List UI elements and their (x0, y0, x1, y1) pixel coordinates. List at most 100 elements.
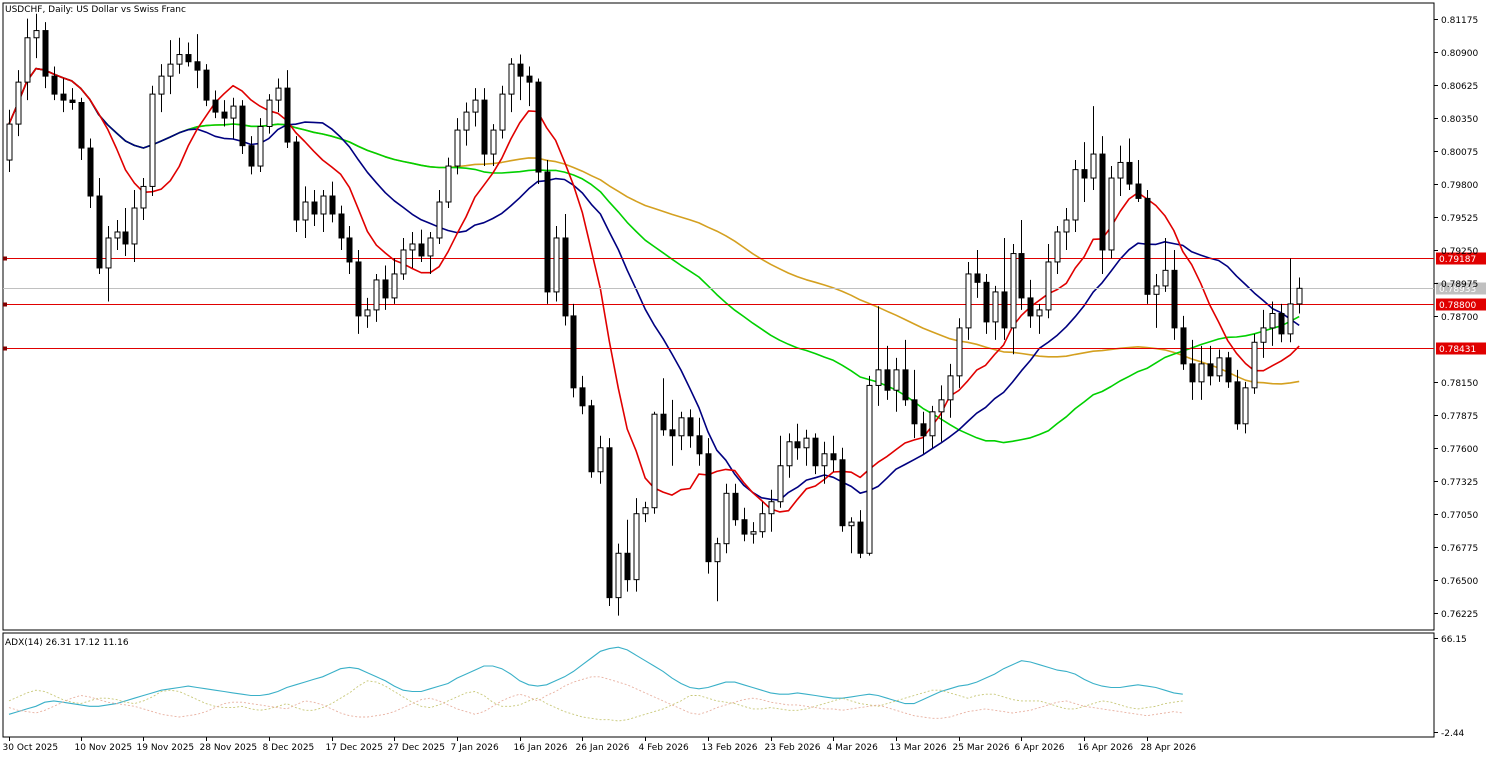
candle-body-bear (570, 315, 577, 389)
candle-body-bull (1054, 231, 1061, 263)
x-tick-label: 30 Oct 2025 (3, 743, 59, 753)
candle-body-bear (248, 145, 255, 167)
candle-body-bull (105, 237, 112, 269)
candle-body-bull (266, 99, 273, 127)
candle-body-bear (1126, 161, 1133, 185)
x-tick-label: 17 Dec 2025 (326, 743, 384, 753)
candle-body-bear (1207, 363, 1214, 377)
level-low-anchor[interactable] (3, 346, 7, 351)
candle-body-bear (355, 261, 362, 317)
candle-body-bull (131, 207, 138, 245)
candle-body-bull (1242, 387, 1249, 425)
candle-body-bear (338, 213, 345, 239)
y-tick-label: 0.80350 (1441, 115, 1478, 125)
candle-body-bear (1135, 183, 1142, 199)
candle-body-bull (1117, 161, 1124, 179)
candle-body-bull (409, 243, 416, 251)
candle-body-bear (696, 435, 703, 455)
candle[interactable] (481, 88, 488, 167)
candle[interactable] (1144, 190, 1151, 304)
level-mid-anchor[interactable] (3, 302, 7, 307)
candle[interactable] (257, 118, 264, 173)
candle-body-bear (60, 93, 67, 101)
price-pane-frame (2, 2, 1435, 631)
y-tick-label: 0.77325 (1441, 478, 1478, 488)
candle-body-bear (221, 111, 228, 119)
candle[interactable] (499, 85, 506, 139)
candle-body-bull (427, 237, 434, 257)
candle-body-bear (624, 552, 631, 581)
candle-body-bear (526, 75, 533, 83)
y-tick-label: 0.78700 (1441, 313, 1478, 323)
candle-body-bear (920, 423, 927, 437)
candle-body-bear (794, 441, 801, 449)
candle-body-bull (373, 279, 380, 311)
candle-body-bear (1180, 327, 1187, 365)
candle-body-bear (185, 54, 192, 63)
candle[interactable] (239, 100, 246, 155)
candle-body-bull (848, 521, 855, 527)
chart-title: USDCHF, Daily: US Dollar vs Swiss Franc (5, 5, 186, 15)
x-tick-label: 4 Feb 2026 (639, 743, 690, 753)
candle-body-bull (167, 63, 174, 77)
candle-body-bear (857, 521, 864, 554)
candle-body-bear (687, 417, 694, 437)
candle[interactable] (965, 261, 972, 340)
candle-body-bear (382, 279, 389, 299)
candle-body-bear (194, 61, 201, 71)
candle[interactable] (544, 160, 551, 304)
y-tick-label: 0.77600 (1441, 445, 1478, 455)
y-tick-label: 0.80075 (1441, 148, 1478, 158)
candle[interactable] (705, 438, 712, 574)
candle[interactable] (866, 375, 873, 556)
candle-body-bull (400, 249, 407, 275)
candle[interactable] (839, 447, 846, 532)
adx-y-tick-label: 66.15 (1441, 635, 1467, 645)
candle[interactable] (293, 136, 300, 232)
x-tick-label: 25 Mar 2026 (953, 743, 1010, 753)
y-tick-label: 0.81175 (1441, 16, 1478, 26)
candle-body-bull (597, 447, 604, 473)
candle-body-bull (777, 465, 784, 503)
candle-body-bear (42, 30, 49, 77)
x-tick-label: 23 Feb 2026 (765, 743, 821, 753)
candle[interactable] (651, 411, 658, 514)
x-tick-label: 7 Jan 2026 (451, 743, 499, 753)
candle-body-bear (606, 447, 613, 599)
x-tick-label: 4 Mar 2026 (827, 743, 879, 753)
candle-body-bull (615, 552, 622, 599)
candle-body-bear (1189, 363, 1196, 383)
candle[interactable] (1251, 333, 1258, 394)
candle-body-bear (311, 201, 318, 215)
candle-body-bear (902, 369, 909, 401)
candle-body-bear (481, 99, 488, 155)
candle[interactable] (570, 303, 577, 398)
candle[interactable] (723, 483, 730, 554)
candle-body-bull (230, 105, 237, 119)
level-low-label: 0.78431 (1439, 345, 1476, 355)
candle[interactable] (588, 399, 595, 478)
candle-body-bear (1081, 169, 1088, 179)
candle[interactable] (1108, 166, 1115, 259)
candle-body-bull (1045, 261, 1052, 311)
candle-body-bull (158, 75, 165, 95)
candle-body-bear (705, 453, 712, 563)
adx-pane[interactable] (2, 632, 1435, 738)
candle-body-bull (893, 369, 900, 391)
candle-body-bear (96, 195, 103, 269)
candle-body-bear (660, 413, 667, 431)
y-tick-label: 0.76225 (1441, 610, 1478, 620)
price-pane[interactable] (2, 2, 1435, 631)
candle[interactable] (535, 78, 542, 185)
candle[interactable] (606, 438, 613, 607)
candle[interactable] (149, 85, 156, 197)
candle-body-bull (436, 201, 443, 239)
candle-body-bull (1198, 363, 1205, 383)
candle[interactable] (203, 64, 210, 107)
candle-body-bull (1090, 153, 1097, 179)
level-high-anchor[interactable] (3, 256, 7, 261)
candle-body-bull (1216, 357, 1223, 377)
y-tick-label: 0.80900 (1441, 49, 1478, 59)
candle-body-bear (1027, 297, 1034, 317)
y-tick-label: 0.79525 (1441, 214, 1478, 224)
